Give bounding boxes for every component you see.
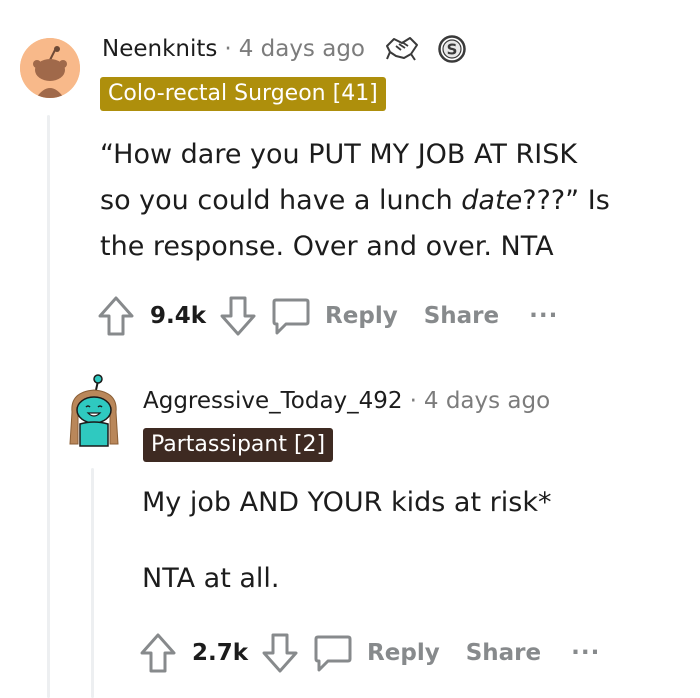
downvote-icon[interactable] <box>218 294 258 338</box>
comment-actions: 9.4k Reply Share ··· <box>96 294 558 338</box>
timestamp[interactable]: 4 days ago <box>239 36 365 62</box>
thread-line-comment2[interactable] <box>91 468 94 698</box>
comment-body-line: My job AND YOUR kids at risk* <box>142 487 552 518</box>
share-button[interactable]: Share <box>424 303 499 329</box>
avatar[interactable] <box>20 38 80 98</box>
user-flair: Partassipant [2] <box>143 428 334 462</box>
more-options-button[interactable]: ··· <box>529 303 558 329</box>
svg-text:S: S <box>447 41 458 59</box>
upvote-icon[interactable] <box>138 631 178 675</box>
thread-line-comment1[interactable] <box>47 115 50 698</box>
comment-icon[interactable] <box>310 631 354 675</box>
username[interactable]: Aggressive_Today_492 <box>143 388 403 414</box>
vote-count: 2.7k <box>192 640 249 666</box>
downvote-icon[interactable] <box>260 631 300 675</box>
comment-body-line: the response. Over and over. NTA <box>100 231 554 262</box>
username[interactable]: Neenknits <box>102 36 217 62</box>
more-options-button[interactable]: ··· <box>571 640 600 666</box>
comment-body-text: ???” Is <box>522 185 610 216</box>
comment-body-text: so you could have a lunch <box>100 185 462 216</box>
comment-actions: 2.7k Reply Share ··· <box>138 631 600 675</box>
timestamp[interactable]: 4 days ago <box>424 388 550 414</box>
comment-body-line: “How dare you PUT MY JOB AT RISK <box>100 139 578 170</box>
avatar[interactable] <box>64 372 124 452</box>
comment-body-line: NTA at all. <box>142 563 280 594</box>
snoo-avatar-icon <box>69 374 119 447</box>
comment-body-emphasis: date <box>461 185 523 216</box>
share-button[interactable]: Share <box>466 640 541 666</box>
snoo-avatar-icon <box>20 38 80 98</box>
handshake-award-icon[interactable] <box>384 32 420 62</box>
silver-award-icon[interactable]: S <box>437 34 467 64</box>
comment-icon[interactable] <box>268 294 312 338</box>
separator: · <box>224 36 232 62</box>
separator: · <box>409 388 417 414</box>
upvote-icon[interactable] <box>96 294 136 338</box>
reply-button[interactable]: Reply <box>325 303 398 329</box>
comment-body-line: so you could have a lunch date???” Is <box>100 178 610 224</box>
user-flair: Colo-rectal Surgeon [41] <box>100 77 386 111</box>
reply-button[interactable]: Reply <box>367 640 440 666</box>
vote-count: 9.4k <box>150 303 207 329</box>
